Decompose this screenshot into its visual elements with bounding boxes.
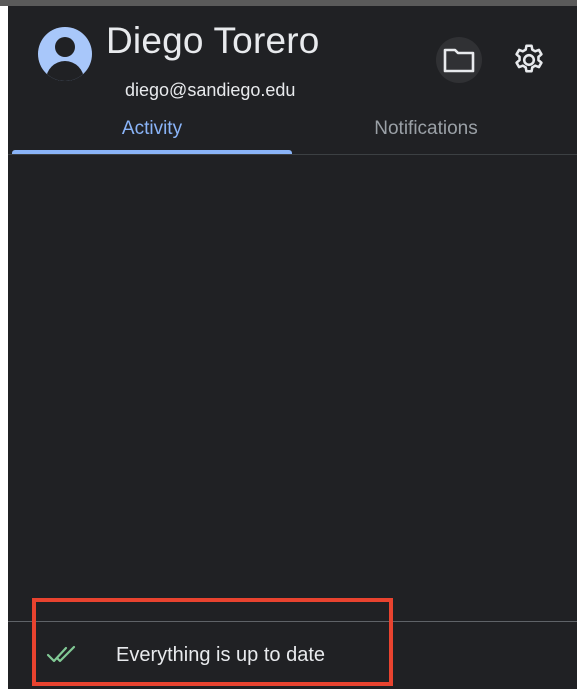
tab-notifications[interactable]: Notifications [292,106,560,152]
activity-list-empty [8,155,577,621]
user-email: diego@sandiego.edu [125,80,296,100]
settings-button[interactable] [506,37,552,83]
avatar-head [55,37,75,57]
avatar-body [46,61,84,81]
tab-bar: Activity Notifications [8,106,577,156]
screenshot-frame: Diego Torero diego@sandiego.edu Activity… [0,0,577,689]
account-circle-icon[interactable] [38,27,92,81]
activity-panel: Diego Torero diego@sandiego.edu Activity… [8,6,577,689]
tab-activity[interactable]: Activity [12,106,292,152]
user-name: Diego Torero [106,20,320,61]
sync-status-text: Everything is up to date [116,644,326,666]
double-check-icon [46,645,76,663]
folder-icon [443,48,475,73]
folder-button[interactable] [436,37,482,83]
sync-status-bar: Everything is up to date [8,622,577,689]
gear-icon [515,44,543,73]
